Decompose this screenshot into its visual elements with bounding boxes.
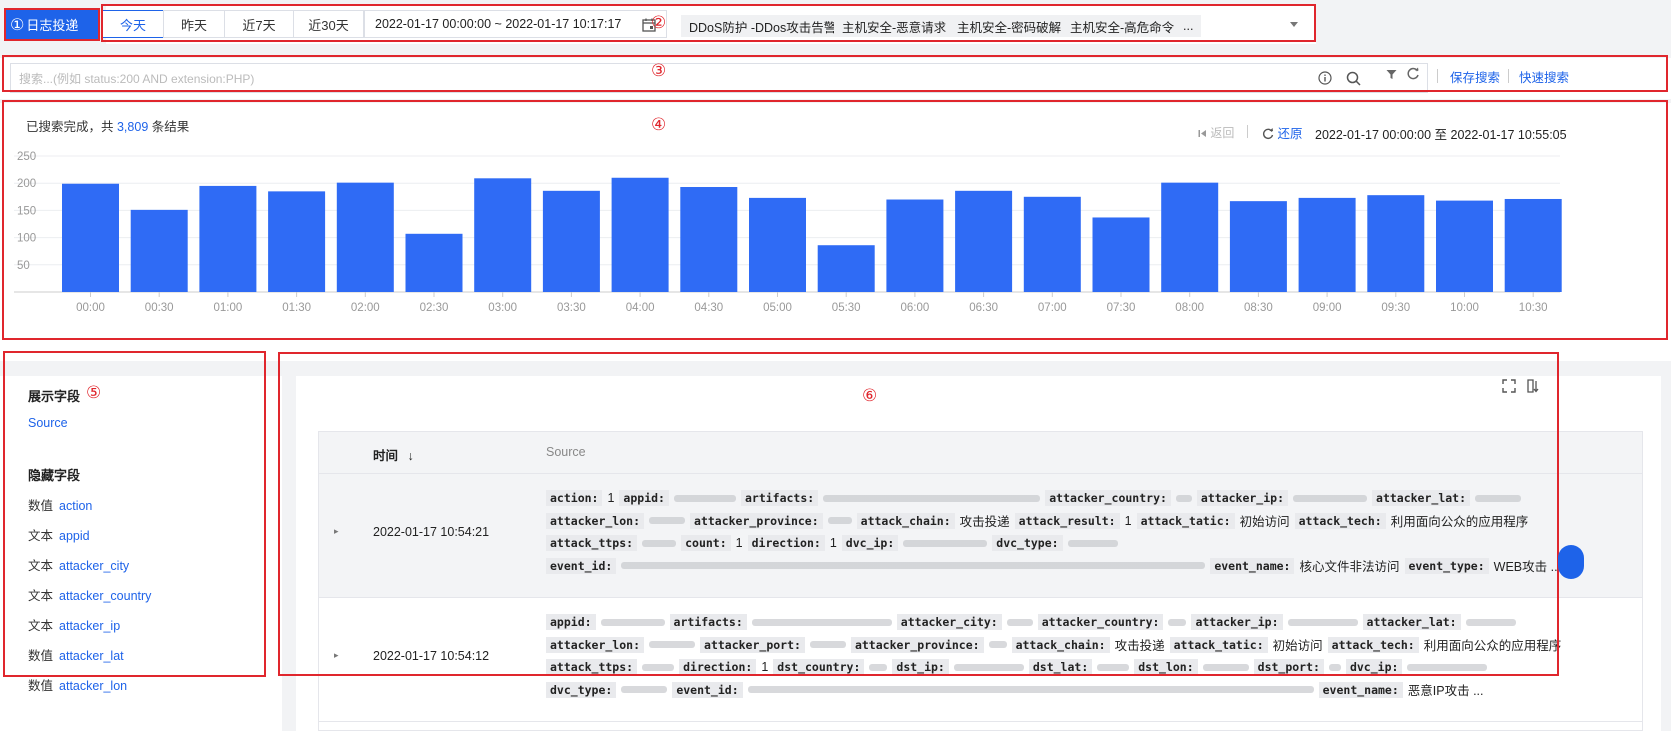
annotation-box-2 [101,4,1316,42]
annotation-1: ① [10,16,25,34]
source-key: event_name: [1318,681,1403,698]
source-value: 恶意IP攻击 ... [1407,684,1484,698]
annotation-box-3 [2,55,1668,92]
field-type: 数值 [28,679,54,693]
log-delivery-label: 日志投递 [26,18,79,33]
redacted-value [747,686,1314,693]
hidden-field-attacker_lon[interactable]: 数值 attacker_lon [28,675,127,694]
source-key: dvc_type: [546,681,617,698]
log-delivery-button[interactable]: ① 日志投递 [4,8,100,41]
floating-assistant-button[interactable] [1558,545,1584,579]
source-line: dvc_type: event_id: event_name: 恶意IP攻击 ... [546,681,1489,698]
annotation-box-6 [278,352,1559,676]
source-key: event_id: [672,681,743,698]
annotation-box-4 [2,100,1668,340]
field-name: attacker_lon [59,679,128,693]
redacted-value [621,686,668,693]
annotation-box-5 [3,351,266,677]
